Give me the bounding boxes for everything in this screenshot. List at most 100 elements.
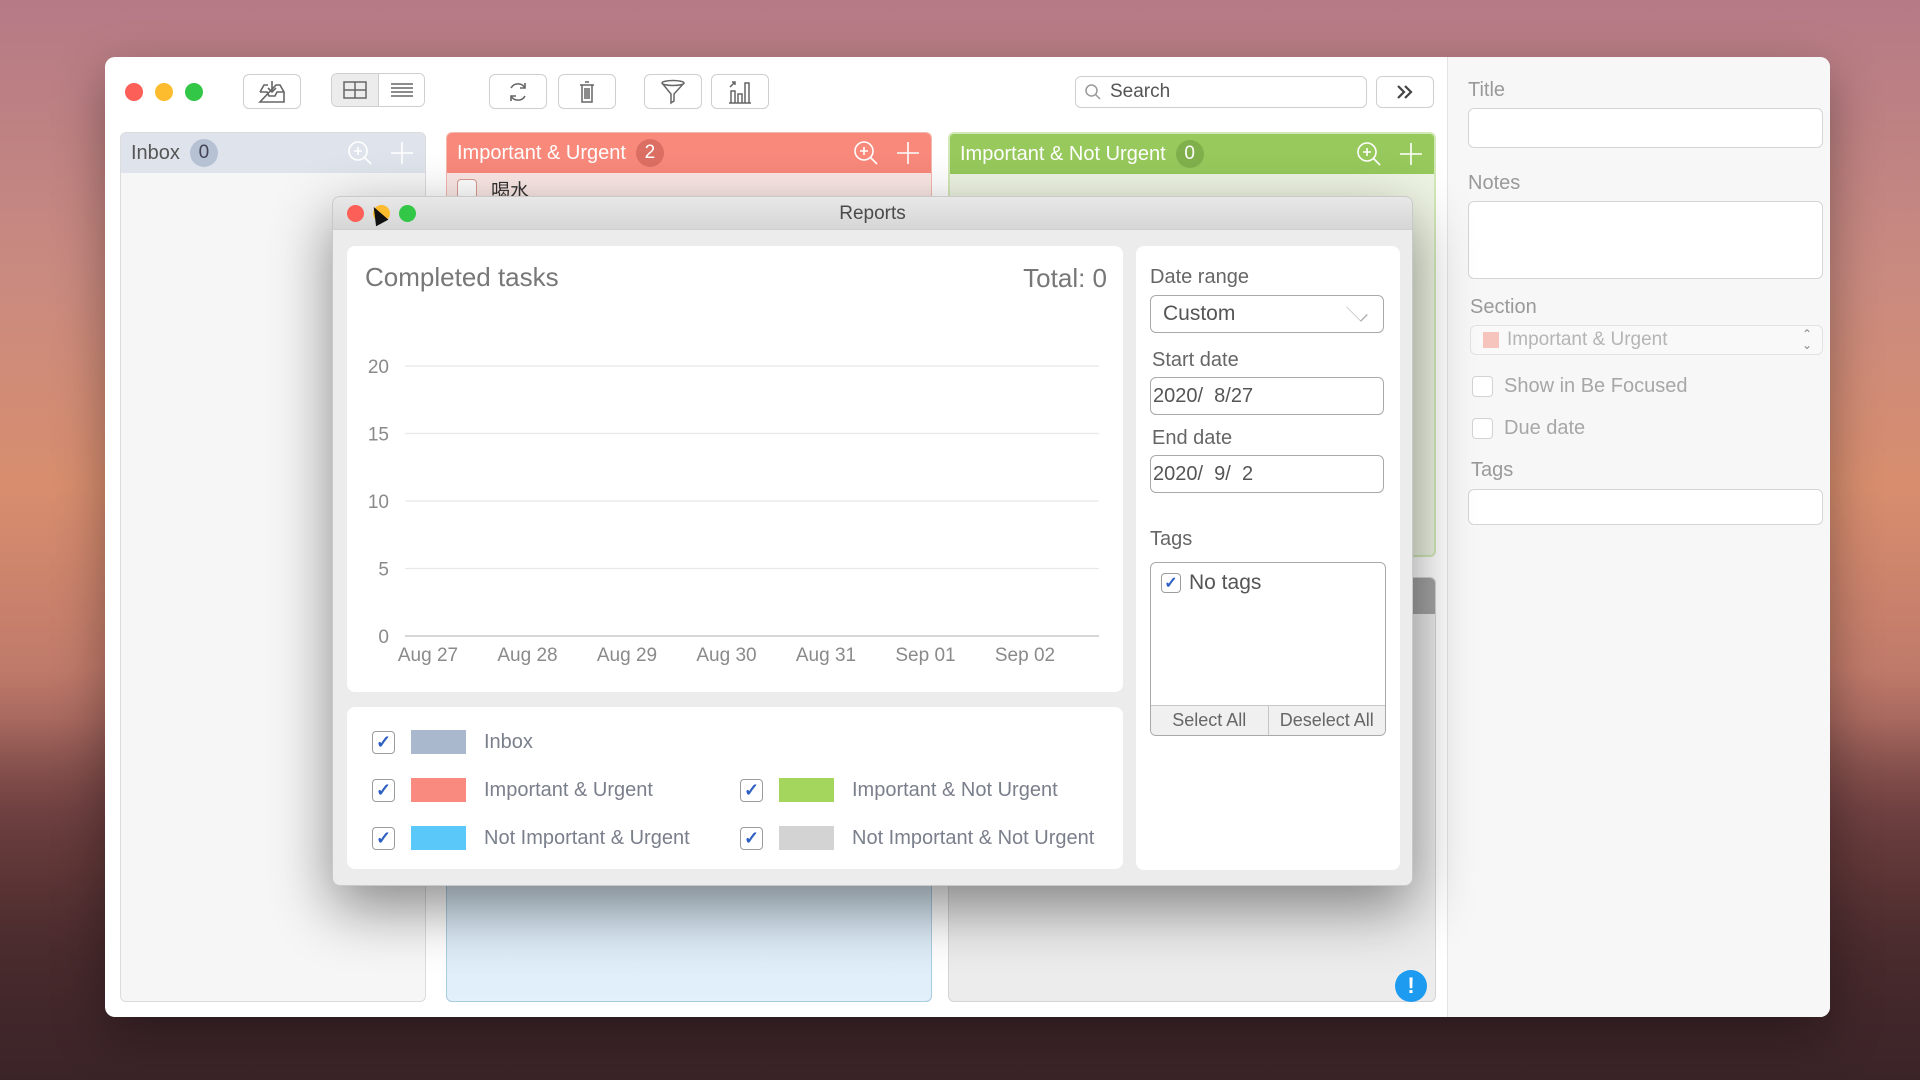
legend-checkbox[interactable]: ✓ bbox=[740, 778, 763, 802]
notes-label: Notes bbox=[1468, 172, 1521, 194]
chevron-down-icon bbox=[1346, 300, 1368, 322]
list-view-button[interactable] bbox=[378, 74, 424, 106]
inbox-column-title: Inbox bbox=[131, 141, 180, 164]
legend-checkbox[interactable]: ✓ bbox=[372, 826, 395, 850]
chart-title: Completed tasks bbox=[365, 262, 559, 292]
title-input[interactable] bbox=[1468, 108, 1823, 148]
view-mode-segmented-control bbox=[331, 73, 425, 107]
start-date-label: Start date bbox=[1152, 349, 1239, 371]
minimize-window-button[interactable] bbox=[155, 83, 173, 101]
refresh-button[interactable] bbox=[489, 74, 547, 109]
legend-label: Inbox bbox=[484, 730, 533, 753]
zoom-window-button[interactable] bbox=[185, 83, 203, 101]
chart-total: Total: 0 bbox=[1023, 263, 1107, 293]
important-not-urgent-column-title: Important & Not Urgent bbox=[960, 142, 1166, 165]
search-input[interactable]: Search bbox=[1075, 76, 1367, 108]
end-date-label: End date bbox=[1152, 427, 1233, 449]
search-placeholder: Search bbox=[1110, 81, 1171, 102]
important-urgent-count-badge: 2 bbox=[635, 139, 664, 167]
search-icon bbox=[1085, 84, 1101, 100]
add-task-icon[interactable] bbox=[895, 140, 921, 166]
legend-checkbox[interactable]: ✓ bbox=[740, 826, 763, 850]
section-color-swatch bbox=[1483, 332, 1499, 348]
legend-swatch bbox=[411, 730, 466, 754]
close-window-button[interactable] bbox=[125, 83, 143, 101]
x-tick-label: Aug 31 bbox=[796, 645, 856, 666]
legend-checkbox[interactable]: ✓ bbox=[372, 778, 395, 802]
legend-card: ✓ Inbox ✓ Important & Urgent ✓ Important… bbox=[347, 707, 1123, 869]
legend-item-important-urgent[interactable]: ✓ Important & Urgent bbox=[372, 778, 653, 802]
date-range-label: Date range bbox=[1150, 266, 1249, 288]
checkbox-box bbox=[1472, 376, 1493, 397]
checkbox-box bbox=[1472, 418, 1493, 439]
x-tick-label: Sep 02 bbox=[995, 645, 1055, 666]
tags-label: Tags bbox=[1471, 459, 1514, 481]
toolbar: Search bbox=[105, 57, 1447, 117]
notes-input[interactable] bbox=[1468, 201, 1823, 279]
legend-item-inbox[interactable]: ✓ Inbox bbox=[372, 730, 533, 754]
inbox-download-icon bbox=[258, 80, 285, 103]
report-filter-card: Date range Custom Start date 2020/ 8/27 … bbox=[1136, 246, 1400, 870]
reports-chart-icon bbox=[729, 80, 751, 104]
reports-titlebar: Reports bbox=[333, 197, 1412, 230]
inbox-download-button[interactable] bbox=[243, 74, 301, 109]
tags-list: ✓ No tags Select All Deselect All bbox=[1150, 562, 1386, 736]
legend-label: Not Important & Urgent bbox=[484, 826, 690, 849]
due-date-checkbox[interactable]: Due date bbox=[1472, 417, 1585, 440]
completed-tasks-chart-card: 0 5 10 15 20 Aug 27 Aug 28 Aug 29 Aug 30 Aug 31 Se… bbox=[347, 246, 1123, 692]
inbox-column-header: Inbox 0 bbox=[121, 133, 425, 173]
zoom-in-icon[interactable] bbox=[1356, 141, 1382, 167]
delete-button[interactable] bbox=[558, 74, 616, 109]
list-view-icon bbox=[390, 83, 413, 97]
grid-view-button[interactable] bbox=[332, 74, 378, 106]
tags-actions: Select All Deselect All bbox=[1151, 705, 1385, 735]
x-tick-label: Sep 01 bbox=[895, 645, 955, 666]
stepper-arrows-icon: ⌃ ⌄ bbox=[1801, 327, 1812, 352]
legend-swatch bbox=[411, 778, 466, 802]
y-tick-label: 15 bbox=[368, 425, 389, 446]
reports-window-title: Reports bbox=[839, 203, 906, 224]
y-tick-label: 10 bbox=[368, 492, 389, 513]
task-detail-panel: Title Notes Section Important & Urgent ⌃… bbox=[1447, 57, 1830, 1017]
legend-checkbox[interactable]: ✓ bbox=[372, 730, 395, 754]
expand-panel-button[interactable] bbox=[1376, 76, 1434, 108]
y-tick-label: 20 bbox=[368, 357, 389, 378]
start-date-value: 2020/ 8/27 bbox=[1153, 384, 1254, 407]
show-in-be-focused-checkbox[interactable]: Show in Be Focused bbox=[1472, 375, 1687, 398]
filter-button[interactable] bbox=[644, 74, 702, 109]
important-not-urgent-column-header: Important & Not Urgent 0 bbox=[950, 134, 1434, 174]
tag-label: No tags bbox=[1189, 571, 1262, 594]
reports-window: Reports 0 5 10 15 20 Aug 27 Aug 28 Aug 29 Aug 30… bbox=[332, 196, 1413, 886]
tag-checkbox[interactable]: ✓ bbox=[1161, 573, 1181, 593]
end-date-field[interactable]: 2020/ 9/ 2 bbox=[1150, 455, 1384, 493]
inbox-count-badge: 0 bbox=[189, 139, 218, 167]
date-range-select[interactable]: Custom bbox=[1150, 295, 1384, 333]
important-not-urgent-count-badge: 0 bbox=[1175, 140, 1204, 168]
title-label: Title bbox=[1468, 79, 1506, 101]
reports-button[interactable] bbox=[711, 74, 769, 109]
deselect-all-button[interactable]: Deselect All bbox=[1267, 706, 1386, 735]
due-date-label: Due date bbox=[1504, 417, 1586, 439]
tags-input[interactable] bbox=[1468, 489, 1823, 525]
end-date-value: 2020/ 9/ 2 bbox=[1153, 462, 1254, 485]
legend-item-not-important-urgent[interactable]: ✓ Not Important & Urgent bbox=[372, 826, 690, 850]
tags-filter-label: Tags bbox=[1150, 528, 1193, 550]
add-task-icon[interactable] bbox=[1398, 141, 1424, 167]
select-all-button[interactable]: Select All bbox=[1151, 706, 1268, 735]
legend-item-important-not-urgent[interactable]: ✓ Important & Not Urgent bbox=[740, 778, 1058, 802]
start-date-field[interactable]: 2020/ 8/27 bbox=[1150, 377, 1384, 415]
refresh-icon bbox=[510, 82, 526, 101]
section-select[interactable]: Important & Urgent ⌃ ⌄ bbox=[1470, 325, 1823, 355]
zoom-in-icon[interactable] bbox=[853, 140, 879, 166]
date-range-value: Custom bbox=[1163, 302, 1236, 325]
alert-icon[interactable]: ! bbox=[1395, 970, 1427, 1002]
x-tick-label: Aug 28 bbox=[497, 645, 557, 666]
add-task-icon[interactable] bbox=[389, 140, 415, 166]
important-urgent-column-header: Important & Urgent 2 bbox=[447, 133, 931, 173]
zoom-in-icon[interactable] bbox=[347, 140, 373, 166]
y-tick-label: 5 bbox=[378, 560, 389, 581]
legend-label: Not Important & Not Urgent bbox=[852, 826, 1095, 849]
legend-item-not-important-not-urgent[interactable]: ✓ Not Important & Not Urgent bbox=[740, 826, 1094, 850]
tag-item-no-tags[interactable]: ✓ No tags bbox=[1161, 571, 1261, 595]
x-tick-label: Aug 29 bbox=[597, 645, 657, 666]
